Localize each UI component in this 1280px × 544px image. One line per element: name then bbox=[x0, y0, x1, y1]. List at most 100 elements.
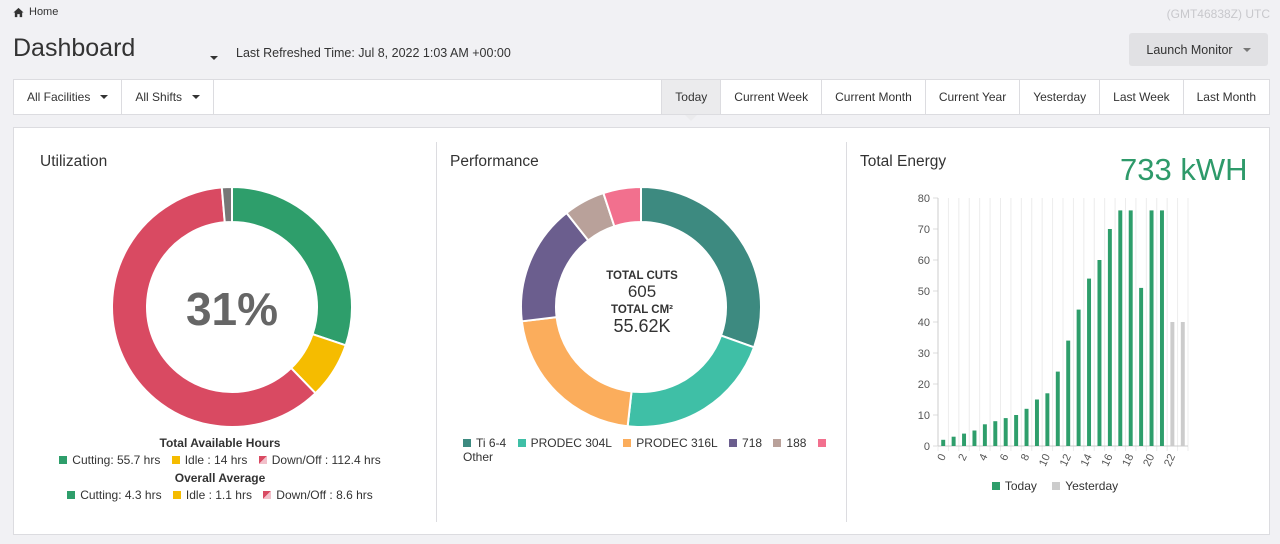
legend-swatch bbox=[1052, 482, 1061, 490]
bar-today-7[interactable] bbox=[1014, 415, 1019, 446]
y-tick-label: 40 bbox=[918, 317, 930, 329]
legend-swatch bbox=[172, 491, 181, 499]
tab-current-week[interactable]: Current Week bbox=[720, 80, 821, 114]
legend-item-718[interactable]: 718 bbox=[729, 436, 762, 450]
x-tick-label: 2 bbox=[956, 452, 969, 463]
legend-item-today[interactable]: Today bbox=[991, 479, 1037, 493]
bar-today-4[interactable] bbox=[982, 424, 987, 446]
utilization-legend: Total Available Hours Cutting: 55.7 hrs … bbox=[40, 436, 400, 502]
x-tick-label: 0 bbox=[935, 452, 948, 463]
panel-divider bbox=[846, 142, 847, 522]
tab-yesterday[interactable]: Yesterday bbox=[1019, 80, 1099, 114]
launch-monitor-button[interactable]: Launch Monitor bbox=[1129, 33, 1268, 66]
tab-current-month[interactable]: Current Month bbox=[821, 80, 925, 114]
legend-item-prodec-304l[interactable]: PRODEC 304L bbox=[517, 436, 612, 450]
bar-today-9[interactable] bbox=[1034, 399, 1039, 447]
donut-slice-unaccounted[interactable] bbox=[220, 185, 233, 224]
utilization-title: Utilization bbox=[40, 153, 108, 170]
facilities-filter-label: All Facilities bbox=[27, 90, 91, 104]
bar-today-13[interactable] bbox=[1076, 309, 1081, 446]
bar-today-14[interactable] bbox=[1087, 278, 1092, 446]
total-cuts-value: 605 bbox=[627, 282, 657, 301]
legend-swatch bbox=[623, 439, 632, 447]
total-cuts-label: TOTAL CUTS bbox=[606, 270, 678, 282]
filter-bar: All Facilities All Shifts Today Current … bbox=[13, 79, 1270, 121]
bar-today-8[interactable] bbox=[1024, 408, 1029, 446]
legend-swatch bbox=[517, 439, 526, 447]
x-tick-label: 14 bbox=[1079, 452, 1095, 468]
total-area-value: 55.62K bbox=[613, 316, 671, 336]
legend-item-ti-6-4[interactable]: Ti 6-4 bbox=[463, 436, 506, 450]
bar-today-21[interactable] bbox=[1159, 210, 1164, 446]
y-tick-label: 10 bbox=[918, 410, 930, 422]
facilities-filter[interactable]: All Facilities bbox=[14, 80, 123, 114]
tab-today[interactable]: Today bbox=[661, 80, 721, 121]
bar-yesterday-23[interactable] bbox=[1180, 322, 1185, 446]
legend-label: Cutting: 4.3 hrs bbox=[80, 488, 162, 502]
bar-yesterday-22[interactable] bbox=[1170, 322, 1175, 446]
dashboard-dropdown-toggle[interactable] bbox=[210, 49, 222, 60]
timezone-label: (GMT46838Z) UTC bbox=[1166, 7, 1270, 21]
shifts-filter-label: All Shifts bbox=[135, 90, 183, 104]
shifts-filter[interactable]: All Shifts bbox=[122, 80, 215, 114]
bar-today-18[interactable] bbox=[1128, 210, 1133, 446]
breadcrumb[interactable]: Home bbox=[13, 6, 58, 18]
bar-today-3[interactable] bbox=[972, 430, 977, 447]
bar-today-10[interactable] bbox=[1045, 393, 1050, 446]
legend-item-down: Down/Off : 112.4 hrs bbox=[258, 453, 381, 467]
tab-current-year[interactable]: Current Year bbox=[924, 80, 1019, 114]
bar-today-16[interactable] bbox=[1107, 229, 1112, 446]
x-tick-label: 18 bbox=[1120, 452, 1136, 468]
x-tick-label: 6 bbox=[998, 452, 1011, 463]
bar-today-20[interactable] bbox=[1149, 210, 1154, 446]
bar-today-12[interactable] bbox=[1066, 340, 1071, 446]
total-hours-heading: Total Available Hours bbox=[159, 436, 281, 450]
performance-title: Performance bbox=[450, 153, 539, 170]
bar-today-11[interactable] bbox=[1055, 371, 1060, 446]
energy-bar-chart: 010203040506070800 2 4 6 8 10 12 14 16 18 20 22 bbox=[918, 193, 1189, 468]
legend-label: Cutting: 55.7 hrs bbox=[72, 453, 161, 467]
filter-bar-spacer bbox=[214, 80, 661, 114]
energy-total-value: 733 kWH bbox=[1120, 152, 1248, 187]
bar-today-17[interactable] bbox=[1118, 210, 1123, 446]
legend-label: Ti 6-4 bbox=[476, 436, 507, 450]
legend-item-prodec-316l[interactable]: PRODEC 316L bbox=[623, 436, 718, 450]
bar-today-2[interactable] bbox=[962, 433, 967, 446]
energy-legend: Today Yesterday bbox=[930, 479, 1180, 493]
energy-title: Total Energy bbox=[860, 153, 947, 170]
legend-item-188[interactable]: 188 bbox=[773, 436, 806, 450]
bar-today-19[interactable] bbox=[1139, 287, 1144, 446]
y-tick-label: 80 bbox=[918, 193, 930, 205]
bar-today-15[interactable] bbox=[1097, 260, 1102, 446]
y-tick-label: 60 bbox=[918, 255, 930, 267]
total-hours-legend-row: Cutting: 55.7 hrs Idle : 14 hrs Down/Off… bbox=[40, 453, 400, 467]
bar-today-6[interactable] bbox=[1003, 418, 1008, 446]
breadcrumb-home-label[interactable]: Home bbox=[29, 6, 58, 18]
tab-last-month[interactable]: Last Month bbox=[1182, 80, 1269, 114]
x-tick-label: 4 bbox=[977, 452, 990, 463]
y-tick-label: 20 bbox=[918, 379, 930, 391]
legend-item-yesterday[interactable]: Yesterday bbox=[1052, 479, 1118, 493]
legend-label: Idle : 1.1 hrs bbox=[185, 488, 252, 502]
average-legend-row: Cutting: 4.3 hrs Idle : 1.1 hrs Down/Off… bbox=[40, 488, 400, 502]
bar-today-5[interactable] bbox=[993, 421, 998, 446]
legend-label: Down/Off : 8.6 hrs bbox=[276, 488, 373, 502]
legend-swatch bbox=[817, 439, 826, 447]
legend-label: Idle : 14 hrs bbox=[184, 453, 248, 467]
y-tick-label: 50 bbox=[918, 286, 930, 298]
caret-down-icon bbox=[210, 55, 218, 60]
legend-swatch bbox=[991, 482, 1000, 490]
donut-slice-prodec-304l[interactable] bbox=[626, 334, 756, 428]
legend-label: PRODEC 304L bbox=[530, 436, 612, 450]
tab-last-week[interactable]: Last Week bbox=[1099, 80, 1182, 114]
bar-today-1[interactable] bbox=[951, 436, 956, 446]
launch-monitor-label: Launch Monitor bbox=[1146, 42, 1233, 57]
performance-center-summary: TOTAL CUTS 605 TOTAL CM² 55.62K bbox=[569, 270, 715, 339]
y-tick-label: 70 bbox=[918, 224, 930, 236]
bar-today-0[interactable] bbox=[941, 439, 946, 446]
legend-item-cutting: Cutting: 4.3 hrs bbox=[67, 488, 162, 502]
x-tick-label: 22 bbox=[1162, 452, 1178, 468]
y-tick-label: 0 bbox=[924, 441, 930, 453]
utilization-percent: 31% bbox=[185, 283, 279, 335]
legend-swatch bbox=[59, 456, 68, 464]
